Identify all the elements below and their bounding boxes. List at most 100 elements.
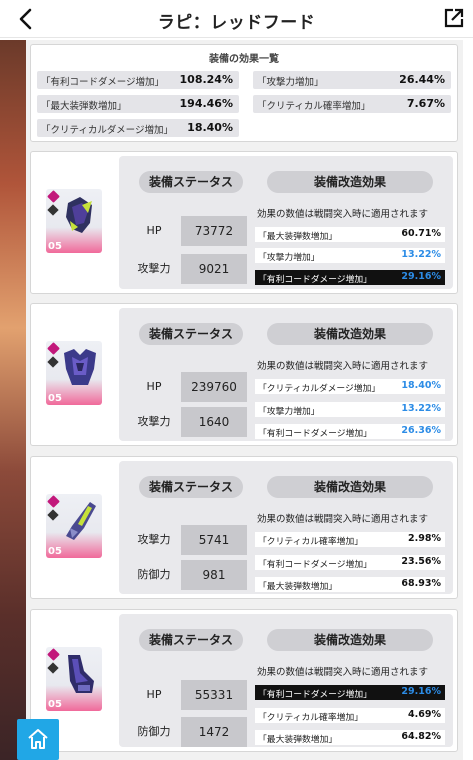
- rarity-gem-icon: [47, 648, 60, 661]
- stat-label: 防御力: [137, 568, 171, 581]
- stat-value: 9021: [181, 254, 247, 284]
- effect-row: 「クリティカル確率増加」 4.69%: [255, 708, 445, 723]
- equipment-level: 05: [48, 546, 62, 557]
- effect-value: 29.16%: [401, 686, 441, 697]
- tab-equipment-status[interactable]: 装備ステータス: [139, 629, 243, 651]
- effect-label: 「クリティカル確率増加」: [258, 713, 364, 723]
- effect-value: 29.16%: [401, 271, 441, 282]
- boots-gear-icon: [68, 655, 94, 693]
- stat-value: 981: [181, 560, 247, 590]
- effect-note: 効果の数値は戦闘突入時に適用されます: [257, 209, 429, 220]
- gauntlet-gear-icon: [66, 502, 96, 540]
- effect-value: 64.82%: [401, 731, 441, 742]
- effect-value: 13.22%: [401, 403, 441, 414]
- helmet-gear-icon: [66, 197, 92, 233]
- equipment-thumbnail[interactable]: 05: [46, 189, 102, 253]
- equipment-effects-summary: 装備の効果一覧 「有利コードダメージ増加」 108.24% 「攻撃力増加」 26…: [30, 44, 458, 142]
- tab-equipment-modification[interactable]: 装備改造効果: [267, 323, 433, 345]
- summary-item-value: 194.46%: [179, 97, 233, 110]
- effect-note: 効果の数値は戦闘突入時に適用されます: [257, 667, 429, 678]
- tab-equipment-modification[interactable]: 装備改造効果: [267, 629, 433, 651]
- effect-label: 「有利コードダメージ増加」: [258, 429, 372, 439]
- effect-value: 23.56%: [401, 556, 441, 567]
- slot-icon: [47, 204, 59, 216]
- equipment-level: 05: [48, 699, 62, 710]
- summary-item-value: 26.44%: [399, 73, 445, 86]
- tab-equipment-modification[interactable]: 装備改造効果: [267, 171, 433, 193]
- effect-label: 「有利コードダメージ増加」: [258, 690, 372, 700]
- stat-value: 1472: [181, 717, 247, 747]
- rarity-gem-icon: [47, 495, 60, 508]
- equipment-card: 05 装備ステータス 装備改造効果 HP 239760 攻撃力 1640 効果の…: [30, 303, 458, 446]
- effect-label: 「最大装弾数増加」: [258, 582, 338, 592]
- effect-row: 「クリティカル確率増加」 2.98%: [255, 532, 445, 547]
- effect-row-highlighted: 「有利コードダメージ増加」 29.16%: [255, 270, 445, 285]
- effect-label: 「攻撃力増加」: [258, 253, 320, 263]
- equipment-detail-panel: 装備ステータス 装備改造効果 HP 73772 攻撃力 9021 効果の数値は戦…: [119, 156, 453, 289]
- share-button[interactable]: [443, 7, 465, 29]
- effect-row: 「最大装弾数増加」 68.93%: [255, 577, 445, 592]
- effect-row: 「有利コードダメージ増加」 23.56%: [255, 555, 445, 570]
- effect-value: 13.22%: [401, 249, 441, 260]
- stat-label: HP: [146, 224, 162, 237]
- app-header: ラピ：レッドフード: [0, 0, 473, 38]
- summary-item: 「クリティカル確率増加」 7.67%: [253, 95, 451, 113]
- effect-label: 「クリティカルダメージ増加」: [258, 384, 381, 394]
- tab-equipment-modification[interactable]: 装備改造効果: [267, 476, 433, 498]
- external-link-icon: [444, 8, 464, 28]
- equipment-thumbnail[interactable]: 05: [46, 494, 102, 558]
- effect-note: 効果の数値は戦闘突入時に適用されます: [257, 514, 429, 525]
- summary-item-label: 「クリティカル確率増加」: [257, 101, 371, 112]
- effect-value: 2.98%: [408, 533, 441, 544]
- effect-row: 「攻撃力増加」 13.22%: [255, 402, 445, 417]
- effect-row: 「最大装弾数増加」 64.82%: [255, 730, 445, 745]
- stat-label: 攻撃力: [137, 262, 171, 275]
- summary-item-value: 18.40%: [187, 121, 233, 134]
- effect-label: 「最大装弾数増加」: [258, 232, 338, 242]
- page-title: ラピ：レッドフード: [157, 13, 316, 33]
- summary-item-value: 7.67%: [406, 97, 445, 110]
- effect-note: 効果の数値は戦闘突入時に適用されます: [257, 361, 429, 372]
- effect-label: 「攻撃力増加」: [258, 407, 320, 417]
- effect-row: 「攻撃力増加」 13.22%: [255, 248, 445, 263]
- slot-icon: [47, 509, 59, 521]
- equipment-detail-panel: 装備ステータス 装備改造効果 HP 55331 防御力 1472 効果の数値は戦…: [119, 614, 453, 747]
- equipment-level: 05: [48, 393, 62, 404]
- tab-equipment-status[interactable]: 装備ステータス: [139, 476, 243, 498]
- stat-value: 5741: [181, 525, 247, 555]
- stat-label: 攻撃力: [137, 415, 171, 428]
- summary-item-value: 108.24%: [179, 73, 233, 86]
- stat-label: 攻撃力: [137, 533, 171, 546]
- tab-equipment-status[interactable]: 装備ステータス: [139, 323, 243, 345]
- equipment-detail-panel: 装備ステータス 装備改造効果 HP 239760 攻撃力 1640 効果の数値は…: [119, 308, 453, 441]
- effect-value: 60.71%: [401, 228, 441, 239]
- effect-row: 「クリティカルダメージ増加」 18.40%: [255, 379, 445, 394]
- stat-value: 1640: [181, 407, 247, 437]
- summary-item-label: 「攻撃力増加」: [257, 77, 324, 88]
- effect-value: 68.93%: [401, 578, 441, 589]
- rarity-gem-icon: [47, 190, 60, 203]
- equipment-card: 05 装備ステータス 装備改造効果 攻撃力 5741 防御力 981 効果の数値…: [30, 456, 458, 599]
- home-icon: [28, 729, 48, 749]
- equipment-card: 05 装備ステータス 装備改造効果 HP 55331 防御力 1472 効果の数…: [30, 609, 458, 752]
- tab-equipment-status[interactable]: 装備ステータス: [139, 171, 243, 193]
- equipment-thumbnail[interactable]: 05: [46, 341, 102, 405]
- slot-icon: [47, 356, 59, 368]
- summary-item: 「最大装弾数増加」 194.46%: [37, 95, 239, 113]
- effect-value: 18.40%: [401, 380, 441, 391]
- rarity-gem-icon: [47, 342, 60, 355]
- armor-gear-icon: [64, 349, 96, 385]
- stat-label: 防御力: [137, 725, 171, 738]
- equipment-thumbnail[interactable]: 05: [46, 647, 102, 711]
- stat-label: HP: [146, 688, 162, 701]
- stat-value: 239760: [181, 372, 247, 402]
- summary-item-label: 「有利コードダメージ増加」: [41, 77, 165, 88]
- home-button[interactable]: [17, 719, 59, 760]
- equipment-detail-panel: 装備ステータス 装備改造効果 攻撃力 5741 防御力 981 効果の数値は戦闘…: [119, 461, 453, 594]
- summary-title: 装備の効果一覧: [209, 54, 279, 65]
- effect-label: 「有利コードダメージ増加」: [258, 560, 372, 570]
- stat-value: 55331: [181, 680, 247, 710]
- effect-row: 「最大装弾数増加」 60.71%: [255, 227, 445, 242]
- stat-label: HP: [146, 380, 162, 393]
- effect-row-highlighted: 「有利コードダメージ増加」 29.16%: [255, 685, 445, 700]
